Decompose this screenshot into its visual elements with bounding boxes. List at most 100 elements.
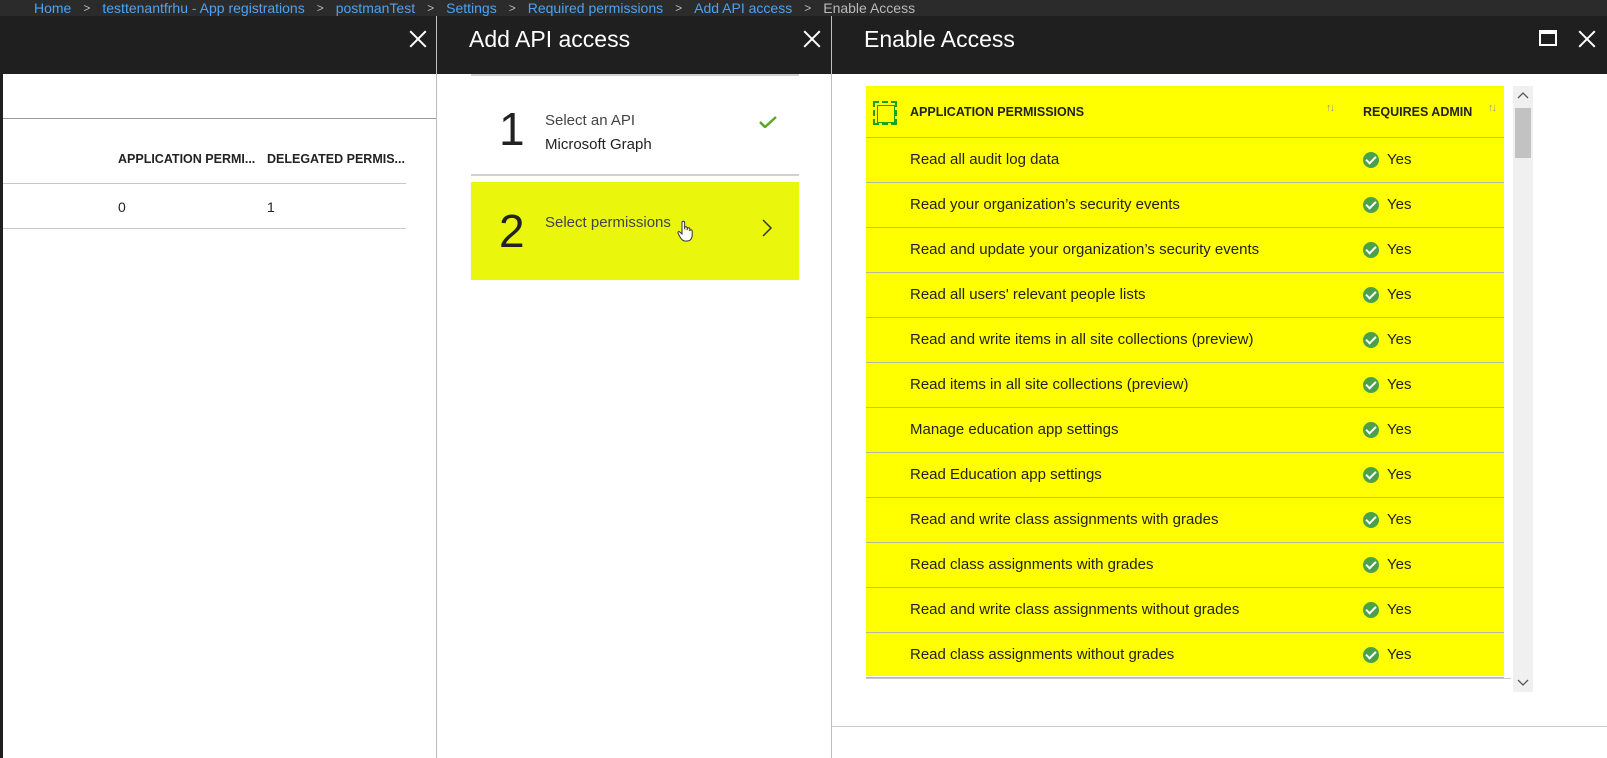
permission-row[interactable]: Read your organization’s security events… (866, 183, 1504, 228)
blade-header: Add API access (437, 16, 831, 74)
permissions-list: APPLICATION PERMISSIONS ↑↓ REQUIRES ADMI… (866, 86, 1504, 678)
permission-row[interactable]: Read all audit log data Yes (866, 138, 1504, 183)
yes-check-icon (1363, 466, 1379, 483)
permission-row[interactable]: Read and update your organization’s secu… (866, 228, 1504, 273)
blade-title: Enable Access (864, 26, 1015, 52)
yes-check-icon (1363, 646, 1379, 663)
blade-header (3, 16, 436, 74)
breadcrumb-home[interactable]: Home (34, 0, 71, 16)
breadcrumb-settings[interactable]: Settings (446, 0, 497, 16)
permissions-table-header: APPLICATION PERMISSIONS ↑↓ REQUIRES ADMI… (866, 86, 1504, 138)
yes-check-icon (1363, 331, 1379, 348)
step-number: 2 (499, 205, 525, 257)
permission-row[interactable]: Read items in all site collections (prev… (866, 363, 1504, 408)
permission-row[interactable]: Manage education app settings Yes (866, 408, 1504, 453)
yes-check-icon (1363, 286, 1379, 303)
requires-admin-cell: Yes (1363, 151, 1411, 168)
requires-admin-value: Yes (1387, 151, 1412, 168)
permission-row[interactable]: Read class assignments with grades Yes (866, 543, 1504, 588)
maximize-icon[interactable] (1539, 30, 1557, 46)
sort-icon[interactable]: ↑↓ (1488, 102, 1497, 114)
breadcrumb-app-registrations[interactable]: testtenantfrhu - App registrations (102, 0, 304, 16)
table-row[interactable]: 0 1 (3, 184, 406, 229)
chevron-right-icon: > (427, 1, 435, 15)
sort-icon[interactable]: ↑↓ (1326, 102, 1335, 114)
requires-admin-cell: Yes (1363, 466, 1411, 483)
breadcrumb-enable-access: Enable Access (823, 0, 916, 16)
permission-name: Read Education app settings (910, 466, 1102, 483)
permission-name: Read class assignments without grades (910, 646, 1175, 663)
divider (866, 678, 1511, 679)
requires-admin-cell: Yes (1363, 376, 1411, 393)
column-application-permissions[interactable]: APPLICATION PERMISSIONS (910, 105, 1084, 119)
requires-admin-value: Yes (1387, 601, 1412, 618)
column-delegated-permissions[interactable]: DELEGATED PERMIS... (267, 152, 405, 166)
permission-row[interactable]: Read and write class assignments without… (866, 588, 1504, 633)
breadcrumb: Home > testtenantfrhu - App registration… (0, 0, 1607, 16)
delegated-permissions-count: 1 (267, 199, 275, 215)
chevron-right-icon: > (83, 1, 91, 15)
permission-name: Read all audit log data (910, 151, 1060, 168)
divider (832, 726, 1607, 727)
permission-row[interactable]: Read and write items in all site collect… (866, 318, 1504, 363)
chevron-right-icon: > (675, 1, 683, 15)
requires-admin-value: Yes (1387, 376, 1412, 393)
column-application-permissions[interactable]: APPLICATION PERMI... (118, 152, 255, 166)
permission-row[interactable]: Read class assignments without grades Yes (866, 633, 1504, 678)
permission-name: Read items in all site collections (prev… (910, 376, 1189, 393)
yes-check-icon (1363, 196, 1379, 213)
required-permissions-blade: APPLICATION PERMI... DELEGATED PERMIS...… (0, 16, 436, 758)
permissions-summary-table: APPLICATION PERMI... DELEGATED PERMIS...… (3, 136, 406, 229)
blade-title: Add API access (469, 26, 631, 52)
step-label: Select permissions (545, 214, 671, 231)
check-icon (759, 116, 777, 128)
breadcrumb-required-permissions[interactable]: Required permissions (528, 0, 663, 16)
permission-row[interactable]: Read Education app settings Yes (866, 453, 1504, 498)
step-number: 1 (499, 103, 525, 155)
yes-check-icon (1363, 421, 1379, 438)
chevron-down-icon[interactable] (1517, 676, 1529, 688)
permission-row[interactable]: Read and write class assignments with gr… (866, 498, 1504, 543)
permission-row[interactable]: Read all users' relevant people lists Yes (866, 273, 1504, 318)
requires-admin-cell: Yes (1363, 421, 1411, 438)
permission-name: Read your organization’s security events (910, 196, 1180, 213)
permission-name: Read and write class assignments without… (910, 601, 1240, 618)
step-select-api[interactable]: 1 Select an API Microsoft Graph (471, 76, 799, 176)
yes-check-icon (1363, 601, 1379, 618)
enable-access-blade: Enable Access APPLICATION PERMISSIONS ↑↓… (831, 16, 1607, 758)
permission-name: Read class assignments with grades (910, 556, 1154, 573)
requires-admin-value: Yes (1387, 241, 1412, 258)
requires-admin-cell: Yes (1363, 196, 1411, 213)
requires-admin-value: Yes (1387, 331, 1412, 348)
vertical-scrollbar[interactable] (1513, 86, 1533, 692)
select-all-checkbox[interactable] (873, 101, 897, 125)
chevron-right-icon: > (316, 1, 324, 15)
permission-name: Read and write items in all site collect… (910, 331, 1254, 348)
step-select-permissions[interactable]: 2 Select permissions (471, 182, 799, 280)
breadcrumb-add-api-access[interactable]: Add API access (694, 0, 792, 16)
scrollbar-thumb[interactable] (1515, 108, 1531, 158)
requires-admin-value: Yes (1387, 466, 1412, 483)
requires-admin-value: Yes (1387, 511, 1412, 528)
permission-name: Read and update your organization’s secu… (910, 241, 1260, 258)
chevron-up-icon[interactable] (1517, 90, 1529, 102)
requires-admin-value: Yes (1387, 646, 1412, 663)
close-icon[interactable] (801, 28, 823, 50)
close-icon[interactable] (407, 28, 429, 50)
requires-admin-cell: Yes (1363, 286, 1411, 303)
requires-admin-cell: Yes (1363, 331, 1411, 348)
breadcrumb-postmantest[interactable]: postmanTest (336, 0, 415, 16)
application-permissions-count: 0 (118, 199, 126, 215)
permission-name: Manage education app settings (910, 421, 1119, 438)
yes-check-icon (1363, 151, 1379, 168)
column-requires-admin[interactable]: REQUIRES ADMIN (1363, 105, 1472, 119)
requires-admin-value: Yes (1387, 196, 1412, 213)
table-header: APPLICATION PERMI... DELEGATED PERMIS... (3, 136, 406, 184)
close-icon[interactable] (1576, 28, 1598, 50)
permission-name: Read all users' relevant people lists (910, 286, 1146, 303)
requires-admin-value: Yes (1387, 286, 1412, 303)
step-selected-value: Microsoft Graph (545, 136, 652, 153)
requires-admin-cell: Yes (1363, 511, 1411, 528)
yes-check-icon (1363, 511, 1379, 528)
requires-admin-cell: Yes (1363, 646, 1411, 663)
